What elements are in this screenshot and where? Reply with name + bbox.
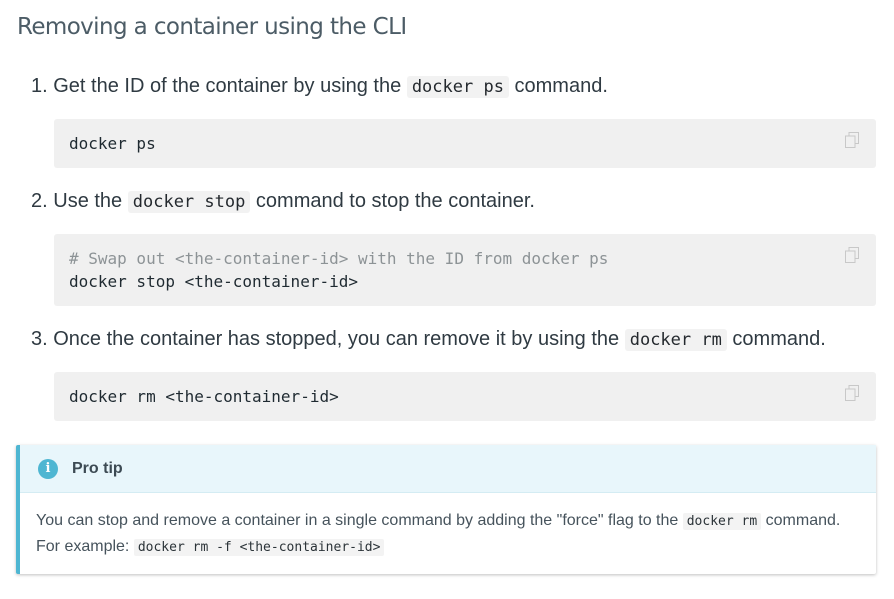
info-icon: i (38, 458, 58, 479)
pro-tip-header: i Pro tip (20, 445, 876, 493)
step-3: 3. Once the container has stopped, you c… (31, 325, 826, 354)
inline-code: docker rm (682, 513, 762, 530)
code-block-1: docker ps (54, 119, 876, 168)
copy-icon[interactable] (845, 132, 859, 148)
step-text: Use the (53, 190, 123, 212)
step-text: Get the ID of the container by using the (53, 75, 402, 97)
copy-icon[interactable] (845, 247, 859, 263)
pro-tip-line-1: You can stop and remove a container in a… (36, 508, 876, 534)
inline-code: docker ps (406, 76, 509, 98)
code-block-2: # Swap out <the-container-id> with the I… (54, 234, 876, 306)
pro-tip-title: Pro tip (72, 459, 123, 477)
inline-code: docker rm -f <the-container-id> (133, 539, 385, 556)
code-line: docker ps (69, 134, 156, 153)
step-1: 1. Get the ID of the container by using … (31, 72, 608, 101)
step-text: Once the container has stopped, you can … (53, 328, 620, 350)
tip-text: You can stop and remove a container in a… (36, 512, 679, 529)
code-block-3: docker rm <the-container-id> (54, 372, 876, 421)
step-text: command to stop the container. (255, 190, 535, 212)
step-number: 2. (31, 190, 48, 212)
tip-text: For example: (36, 538, 130, 555)
inline-code: docker stop (127, 191, 251, 213)
step-number: 1. (31, 75, 48, 97)
step-text: command. (732, 328, 826, 350)
pro-tip-body: You can stop and remove a container in a… (20, 493, 876, 560)
step-number: 3. (31, 328, 48, 350)
tip-text: command. (765, 512, 841, 529)
code-line: docker stop <the-container-id> (69, 272, 358, 291)
inline-code: docker rm (624, 329, 727, 351)
pro-tip-callout: i Pro tip You can stop and remove a cont… (16, 445, 876, 574)
pro-tip-line-2: For example: docker rm -f <the-container… (36, 534, 876, 560)
code-comment: # Swap out <the-container-id> with the I… (69, 249, 609, 268)
step-2: 2. Use the docker stop command to stop t… (31, 187, 535, 216)
code-line: docker rm <the-container-id> (69, 387, 339, 406)
step-text: command. (514, 75, 608, 97)
page-title: Removing a container using the CLI (17, 14, 407, 40)
copy-icon[interactable] (845, 385, 859, 401)
